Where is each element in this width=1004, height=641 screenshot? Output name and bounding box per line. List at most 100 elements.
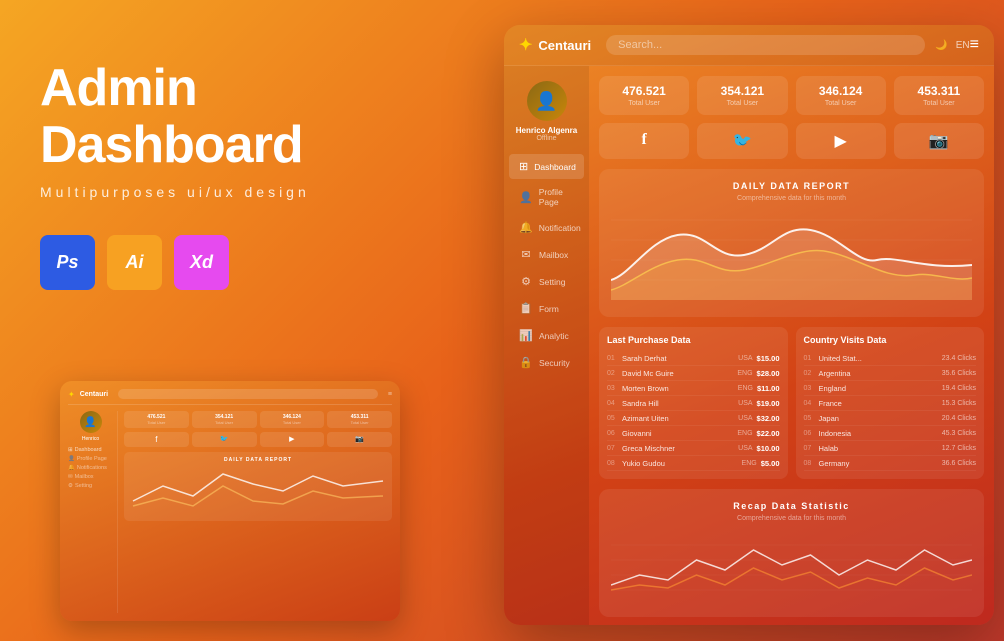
table-row: 08 Yukio Gudou ENG $5.00	[607, 456, 780, 471]
table-row: 06 Giovanni ENG $22.00	[607, 426, 780, 441]
sidebar-item-analytic[interactable]: 📊 Analytic	[509, 323, 584, 348]
mailbox-nav-icon: ✉	[519, 248, 533, 261]
row-value: $32.00	[757, 414, 780, 423]
stat-label-3: Total User	[902, 100, 976, 107]
row-name: England	[819, 384, 942, 393]
sidebar-item-label: Mailbox	[539, 250, 568, 260]
facebook-icon: f	[641, 131, 646, 148]
row-num: 05	[607, 415, 619, 422]
sidebar-item-form[interactable]: 📋 Form	[509, 296, 584, 321]
user-role: Offline	[514, 135, 579, 142]
row-country: ENG	[738, 385, 753, 392]
adobe-icons-group: Ps Ai Xd	[40, 235, 420, 290]
row-clicks: 35.6 Clicks	[942, 370, 976, 377]
daily-report-subtitle: Comprehensive data for this month	[611, 195, 972, 202]
adobe-ps-icon: Ps	[40, 235, 95, 290]
table-row: 05 Japan 20.4 Clicks	[804, 411, 977, 426]
hamburger-menu-icon[interactable]: ≡	[970, 36, 979, 54]
row-num: 06	[804, 430, 816, 437]
sidebar-user-profile: 👤 Henrico Algenra Offline	[504, 81, 589, 142]
logo-text: Centauri	[538, 38, 591, 53]
table-row: 03 England 19.4 Clicks	[804, 381, 977, 396]
row-name: Indonesia	[819, 429, 942, 438]
row-clicks: 19.4 Clicks	[942, 385, 976, 392]
setting-nav-icon: ⚙	[519, 275, 533, 288]
social-instagram[interactable]: 📷	[894, 123, 984, 159]
sidebar-item-label: Form	[539, 304, 559, 314]
table-row: 08 Germany 36.6 Clicks	[804, 456, 977, 471]
profile-nav-icon: 👤	[519, 191, 533, 204]
table-row: 07 Greca Mischner USA $10.00	[607, 441, 780, 456]
row-name: David Mc Guire	[622, 369, 737, 378]
sidebar-item-label: Profile Page	[539, 187, 574, 207]
sidebar-item-security[interactable]: 🔒 Security	[509, 350, 584, 375]
table-row: 05 Azimant Uiten USA $32.00	[607, 411, 780, 426]
analytic-nav-icon: 📊	[519, 329, 533, 342]
dashboard-sidebar: 👤 Henrico Algenra Offline ⊞ Dashboard 👤 …	[504, 66, 589, 625]
row-name: Sandra Hill	[622, 399, 738, 408]
row-value: $15.00	[757, 354, 780, 363]
table-row: 04 France 15.3 Clicks	[804, 396, 977, 411]
table-row: 04 Sandra Hill USA $19.00	[607, 396, 780, 411]
row-num: 02	[607, 370, 619, 377]
notification-nav-icon: 🔔	[519, 221, 533, 234]
country-rows: 01 United Stat... 23.4 Clicks 02 Argenti…	[804, 351, 977, 471]
row-name: Argentina	[819, 369, 942, 378]
sidebar-item-notification[interactable]: 🔔 Notification	[509, 215, 584, 240]
row-num: 01	[607, 355, 619, 362]
row-name: Sarah Derhat	[622, 354, 738, 363]
social-youtube[interactable]: ▶	[796, 123, 886, 159]
dashboard-nav-icon: ⊞	[519, 160, 528, 173]
stat-card-2: 346.124 Total User	[796, 76, 886, 115]
sidebar-item-dashboard[interactable]: ⊞ Dashboard	[509, 154, 584, 179]
row-value: $22.00	[757, 429, 780, 438]
row-country: USA	[738, 400, 752, 407]
row-value: $19.00	[757, 399, 780, 408]
sidebar-item-label: Dashboard	[534, 162, 576, 172]
social-facebook[interactable]: f	[599, 123, 689, 159]
table-row: 01 Sarah Derhat USA $15.00	[607, 351, 780, 366]
dashboard-logo: ✦ Centauri	[519, 35, 591, 55]
dashboard-header: ✦ Centauri 🌙 EN ≡	[504, 25, 994, 66]
row-value: $11.00	[757, 384, 780, 393]
sidebar-item-profile[interactable]: 👤 Profile Page	[509, 181, 584, 213]
sidebar-item-label: Security	[539, 358, 570, 368]
row-num: 05	[804, 415, 816, 422]
stat-card-3: 453.311 Total User	[894, 76, 984, 115]
row-value: $10.00	[757, 444, 780, 453]
sidebar-item-label: Notification	[539, 223, 581, 233]
row-clicks: 23.4 Clicks	[942, 355, 976, 362]
daily-report-title: DAILY DATA REPORT	[611, 181, 972, 191]
row-num: 01	[804, 355, 816, 362]
row-country: ENG	[742, 460, 757, 467]
row-name: Halab	[819, 444, 942, 453]
stat-number-2: 346.124	[804, 84, 878, 98]
adobe-ai-icon: Ai	[107, 235, 162, 290]
stat-label-2: Total User	[804, 100, 878, 107]
twitter-icon: 🐦	[732, 133, 752, 150]
row-clicks: 20.4 Clicks	[942, 415, 976, 422]
sidebar-item-mailbox[interactable]: ✉ Mailbox	[509, 242, 584, 267]
row-country: USA	[738, 355, 752, 362]
row-clicks: 36.6 Clicks	[942, 460, 976, 467]
row-name: United Stat...	[819, 354, 942, 363]
recap-title: Recap Data Statistic	[611, 501, 972, 511]
small-dashboard-preview: ✦ Centauri ≡ 👤 Henrico ⊞ Dashboard 👤 Pro…	[60, 381, 400, 621]
main-dashboard: ✦ Centauri 🌙 EN ≡ 👤 Henrico Algenra Offl…	[504, 25, 994, 625]
social-twitter[interactable]: 🐦	[697, 123, 787, 159]
stat-card-0: 476.521 Total User	[599, 76, 689, 115]
table-row: 01 United Stat... 23.4 Clicks	[804, 351, 977, 366]
sidebar-item-setting[interactable]: ⚙ Setting	[509, 269, 584, 294]
youtube-icon: ▶	[834, 133, 846, 150]
row-num: 07	[804, 445, 816, 452]
row-clicks: 12.7 Clicks	[942, 445, 976, 452]
table-row: 06 Indonesia 45.3 Clicks	[804, 426, 977, 441]
moon-icon: 🌙	[935, 40, 947, 51]
row-num: 08	[804, 460, 816, 467]
adobe-xd-icon: Xd	[174, 235, 229, 290]
language-selector[interactable]: EN	[956, 40, 970, 51]
search-input[interactable]	[606, 35, 925, 55]
stat-number-3: 453.311	[902, 84, 976, 98]
recap-section: Recap Data Statistic Comprehensive data …	[599, 489, 984, 617]
row-clicks: 15.3 Clicks	[942, 400, 976, 407]
